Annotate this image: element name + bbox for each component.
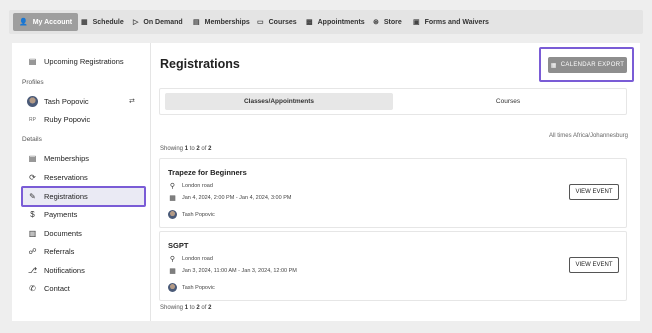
avatar — [27, 96, 38, 107]
card-icon: ▤ — [193, 19, 200, 26]
nav-label: Forms and Waivers — [424, 18, 489, 26]
calendar-icon: ▦ — [550, 62, 557, 69]
tab-classes-appointments[interactable]: Classes/Appointments — [165, 93, 393, 110]
sidebar-item-notifications[interactable]: ⎇ Notifications — [27, 266, 85, 275]
nav-schedule[interactable]: ▦ Schedule — [81, 10, 124, 34]
event-attendee: Tash Popovic — [168, 283, 215, 292]
sidebar-item-label: Upcoming Registrations — [44, 57, 124, 66]
nav-label: Courses — [268, 18, 297, 26]
calendar-icon: ▦ — [81, 19, 88, 26]
calendar-icon: ▦ — [169, 195, 176, 202]
sidebar-item-label: Payments — [44, 210, 78, 219]
registration-tabs: Classes/Appointments Courses — [159, 88, 627, 115]
pagination-summary-bottom: Showing 1 to 2 of 2 — [160, 305, 212, 311]
view-event-button[interactable]: VIEW EVENT — [569, 184, 619, 200]
location-pin-icon: ⚲ — [169, 256, 176, 263]
nav-on-demand[interactable]: ▷ On Demand — [133, 10, 183, 34]
sidebar-item-label: Reservations — [44, 173, 88, 182]
sidebar-item-label: Memberships — [44, 154, 90, 163]
bell-icon: ⎇ — [27, 266, 38, 275]
sidebar: ▤ Upcoming Registrations Profiles Tash Po… — [12, 43, 150, 321]
nav-label: Schedule — [92, 18, 124, 26]
edit-list-icon: ✎ — [29, 192, 36, 201]
sidebar-item-upcoming-registrations[interactable]: ▤ Upcoming Registrations — [27, 57, 124, 66]
event-title: SGPT — [168, 241, 189, 250]
nav-forms-and-waivers[interactable]: ▣ Forms and Waivers — [413, 10, 489, 34]
profile-name: Tash Popovic — [44, 97, 89, 106]
event-card: Trapeze for Beginners ⚲ London road ▦ Jan … — [159, 158, 627, 228]
calendar-check-icon: ▩ — [306, 19, 313, 26]
pagination-summary-top: Showing 1 to 2 of 2 — [160, 146, 212, 152]
details-heading: Details — [22, 136, 42, 143]
profile-initials: RP — [29, 116, 36, 123]
phone-icon: ✆ — [29, 284, 36, 293]
event-time: ▦ Jan 3, 2024, 11:00 AM - Jan 3, 2024, 12… — [169, 268, 297, 275]
nav-label: On Demand — [143, 18, 183, 26]
event-location: ⚲ London road — [169, 183, 213, 190]
event-time: ▦ Jan 4, 2024, 2:00 PM - Jan 4, 2024, 3:0… — [169, 195, 292, 202]
nav-label: My Account — [32, 18, 73, 26]
main-content: Registrations ▦ CALENDAR EXPORT Classes/A… — [150, 43, 640, 321]
folder-icon: ▣ — [413, 19, 420, 26]
sidebar-item-label: Referrals — [44, 247, 75, 256]
sidebar-item-registrations[interactable]: ✎ Registrations — [27, 192, 88, 201]
tab-courses[interactable]: Courses — [393, 93, 623, 110]
event-card: SGPT ⚲ London road ▦ Jan 3, 2024, 11:00 AM… — [159, 231, 627, 301]
sidebar-item-memberships[interactable]: ▤ Memberships — [27, 154, 89, 163]
sidebar-item-label: Notifications — [44, 266, 85, 275]
export-label: CALENDAR EXPORT — [560, 62, 625, 68]
sidebar-item-payments[interactable]: $ Payments — [27, 210, 77, 219]
video-icon: ▷ — [133, 19, 139, 26]
event-title: Trapeze for Beginners — [168, 168, 247, 177]
document-icon: ▥ — [28, 229, 37, 238]
avatar — [168, 283, 177, 292]
nav-label: Store — [383, 18, 402, 26]
ticket-icon: ▭ — [257, 19, 264, 26]
top-navigation: 👤 My Account ▦ Schedule ▷ On Demand ▤ Member… — [9, 10, 643, 34]
nav-store[interactable]: ⊛ Store — [373, 10, 402, 34]
handshake-icon: ☍ — [28, 247, 37, 256]
sidebar-item-reservations[interactable]: ⟳ Reservations — [27, 173, 88, 182]
nav-label: Appointments — [317, 18, 365, 26]
profile-tash-popovic[interactable]: Tash Popovic — [27, 96, 89, 107]
view-event-button[interactable]: VIEW EVENT — [569, 257, 619, 273]
event-location: ⚲ London road — [169, 256, 213, 263]
nav-my-account[interactable]: 👤 My Account — [13, 13, 79, 31]
dollar-icon: $ — [30, 210, 35, 219]
id-card-icon: ▤ — [28, 57, 37, 66]
nav-label: Memberships — [204, 18, 250, 26]
sidebar-item-documents[interactable]: ▥ Documents — [27, 229, 82, 238]
profiles-heading: Profiles — [22, 79, 44, 86]
calendar-icon: ▦ — [169, 268, 176, 275]
cart-icon: ⊛ — [373, 19, 379, 26]
switch-profile-icon[interactable]: ⇄ — [129, 97, 135, 105]
location-pin-icon: ⚲ — [169, 183, 176, 190]
nav-memberships[interactable]: ▤ Memberships — [193, 10, 250, 34]
id-card-icon: ▤ — [28, 154, 37, 163]
sidebar-item-label: Contact — [44, 284, 70, 293]
nav-appointments[interactable]: ▩ Appointments — [306, 10, 365, 34]
timezone-note: All times Africa/Johannesburg — [548, 133, 628, 139]
sidebar-item-label: Documents — [44, 229, 82, 238]
sidebar-item-contact[interactable]: ✆ Contact — [27, 284, 70, 293]
profile-ruby-popovic[interactable]: RP Ruby Popovic — [27, 115, 90, 124]
calendar-export-button[interactable]: ▦ CALENDAR EXPORT — [548, 57, 627, 73]
avatar — [168, 210, 177, 219]
sidebar-item-referrals[interactable]: ☍ Referrals — [27, 247, 74, 256]
refresh-icon: ⟳ — [29, 173, 36, 182]
page-title: Registrations — [160, 57, 240, 71]
event-attendee: Tash Popovic — [168, 210, 215, 219]
profile-name: Ruby Popovic — [44, 115, 91, 124]
tab-label: Courses — [495, 98, 521, 105]
nav-courses[interactable]: ▭ Courses — [257, 10, 297, 34]
sidebar-item-label: Registrations — [44, 192, 88, 201]
user-icon: 👤 — [19, 19, 28, 26]
tab-label: Classes/Appointments — [243, 98, 315, 105]
